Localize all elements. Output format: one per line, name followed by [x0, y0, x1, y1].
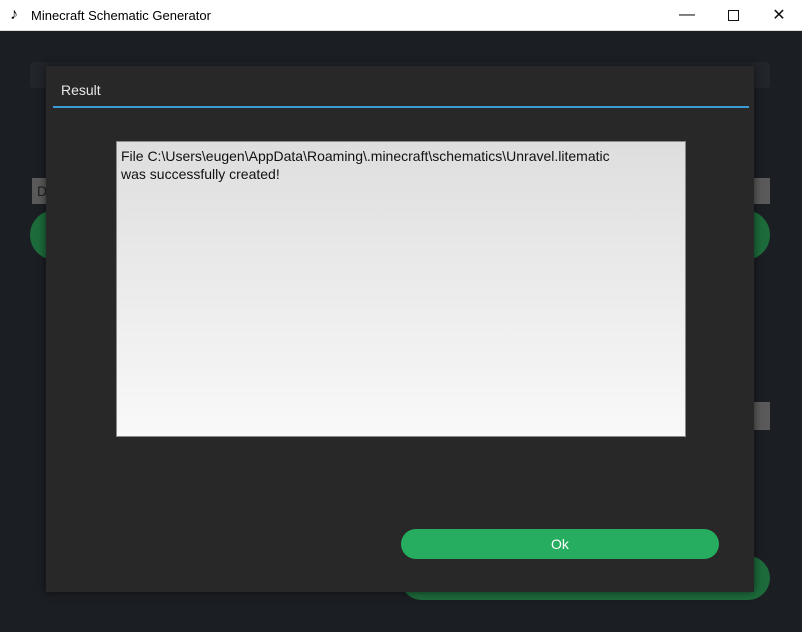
music-note-icon: ♪: [10, 6, 18, 23]
maximize-icon: [727, 9, 739, 21]
title-bar: ♪ Minecraft Schematic Generator — ✕: [0, 0, 802, 31]
close-icon: ✕: [772, 7, 786, 24]
result-message-line2: was successfully created!: [121, 166, 280, 182]
maximize-button[interactable]: [710, 0, 756, 30]
close-button[interactable]: ✕: [756, 0, 802, 30]
dialog-title: Result: [61, 82, 101, 98]
minimize-icon: —: [679, 6, 695, 23]
dialog-title-underline: [53, 106, 749, 108]
result-message-line1: File C:\Users\eugen\AppData\Roaming\.min…: [121, 148, 610, 164]
ok-button[interactable]: Ok: [401, 529, 719, 559]
result-message-box[interactable]: File C:\Users\eugen\AppData\Roaming\.min…: [116, 141, 686, 437]
minimize-button[interactable]: —: [664, 0, 710, 30]
result-dialog: Result File C:\Users\eugen\AppData\Roami…: [46, 66, 754, 592]
window-title: Minecraft Schematic Generator: [31, 8, 211, 23]
